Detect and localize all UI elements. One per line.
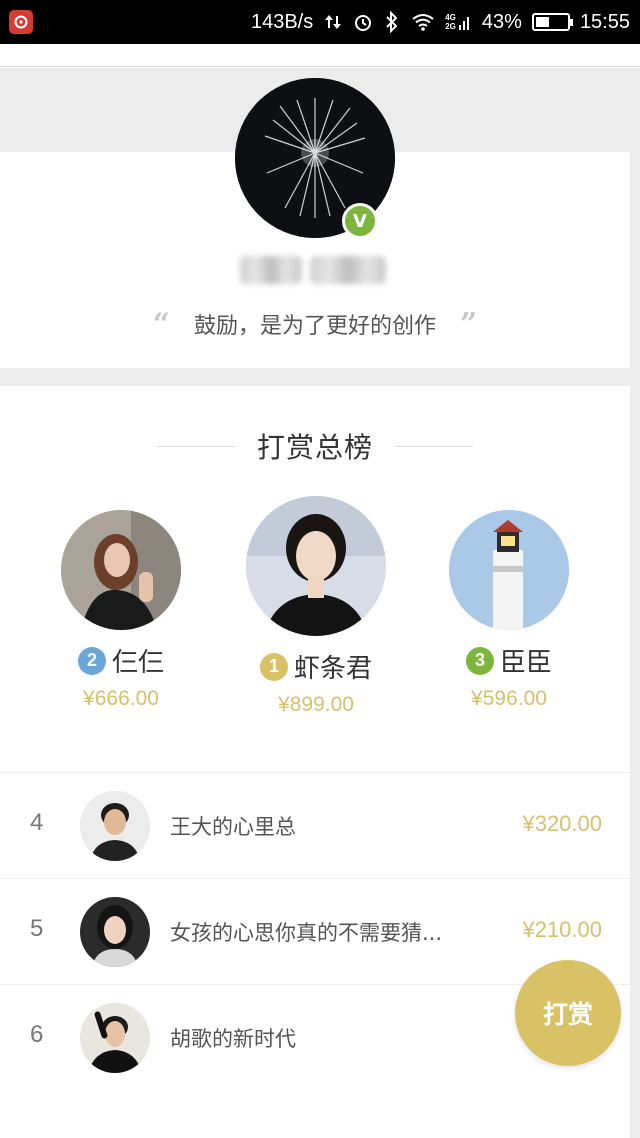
reward-amount: ¥320.00 <box>522 811 602 836</box>
battery-level <box>535 17 549 27</box>
reward-button[interactable]: 打赏 <box>515 960 621 1066</box>
quote-close-icon: ” <box>460 306 478 342</box>
netease-music-icon <box>9 10 33 34</box>
list-item[interactable]: 5 女孩的心思你真的不需要猜... ¥210.00 <box>0 878 630 984</box>
quote-open-icon: “ <box>152 306 170 342</box>
podium-rank-2[interactable]: 2 仨仨 ¥666.00 <box>36 510 206 711</box>
avatar <box>449 510 569 630</box>
supporter-name: 臣臣 <box>499 648 552 678</box>
battery-percent: 43% <box>481 10 522 33</box>
top-app-bar <box>0 44 640 68</box>
divider <box>0 66 640 67</box>
list-rank: 6 <box>30 1021 44 1048</box>
reward-amount: ¥596.00 <box>471 687 547 710</box>
supporter-name: 王大的心里总 <box>170 815 296 839</box>
divider <box>156 445 235 447</box>
avatar <box>61 510 181 630</box>
status-bar: 143B/s 4G 2G 43% 15:55 <box>0 0 640 44</box>
author-name-blurred <box>240 250 392 290</box>
bluetooth-icon <box>383 11 401 33</box>
data-transfer-icon <box>323 12 343 32</box>
podium-name-row: 3 臣臣 <box>424 642 594 679</box>
reward-amount: ¥666.00 <box>83 687 159 710</box>
supporter-name: 胡歌的新时代 <box>170 1027 296 1051</box>
podium-name-row: 1 虾条君 <box>231 648 401 685</box>
rank-badge: 3 <box>465 646 494 675</box>
signal-icon: 4G 2G <box>445 13 472 31</box>
avatar <box>80 897 150 967</box>
list-item[interactable]: 4 王大的心里总 ¥320.00 <box>0 772 630 878</box>
avatar <box>80 1003 150 1073</box>
verified-badge-icon: V <box>342 203 378 239</box>
podium-name-row: 2 仨仨 <box>36 642 206 679</box>
divider <box>395 445 473 447</box>
clock: 15:55 <box>579 10 630 33</box>
ranking-title: 打赏总榜 <box>256 431 373 464</box>
ranking-header: 打赏总榜 <box>0 426 630 466</box>
rank-badge: 2 <box>77 646 106 675</box>
avatar <box>246 496 386 636</box>
avatar <box>80 791 150 861</box>
supporter-name: 女孩的心思你真的不需要猜... <box>170 921 443 945</box>
quote-text: 鼓励，是为了更好的创作 <box>193 314 436 339</box>
list-rank: 4 <box>30 809 44 836</box>
reward-amount: ¥210.00 <box>522 917 602 942</box>
list-rank: 5 <box>30 915 44 942</box>
supporter-name: 虾条君 <box>293 654 372 684</box>
podium-rank-3[interactable]: 3 臣臣 ¥596.00 <box>424 510 594 711</box>
wifi-icon <box>411 12 435 32</box>
battery-icon <box>531 13 573 31</box>
reward-amount: ¥899.00 <box>278 693 354 716</box>
alarm-icon <box>353 12 373 32</box>
supporter-name: 仨仨 <box>111 648 164 678</box>
network-speed: 143B/s <box>250 10 314 33</box>
podium-rank-1[interactable]: 1 虾条君 ¥899.00 <box>231 496 401 717</box>
author-quote: “ 鼓励，是为了更好的创作 ” <box>0 304 630 344</box>
rank-badge: 1 <box>259 652 288 681</box>
